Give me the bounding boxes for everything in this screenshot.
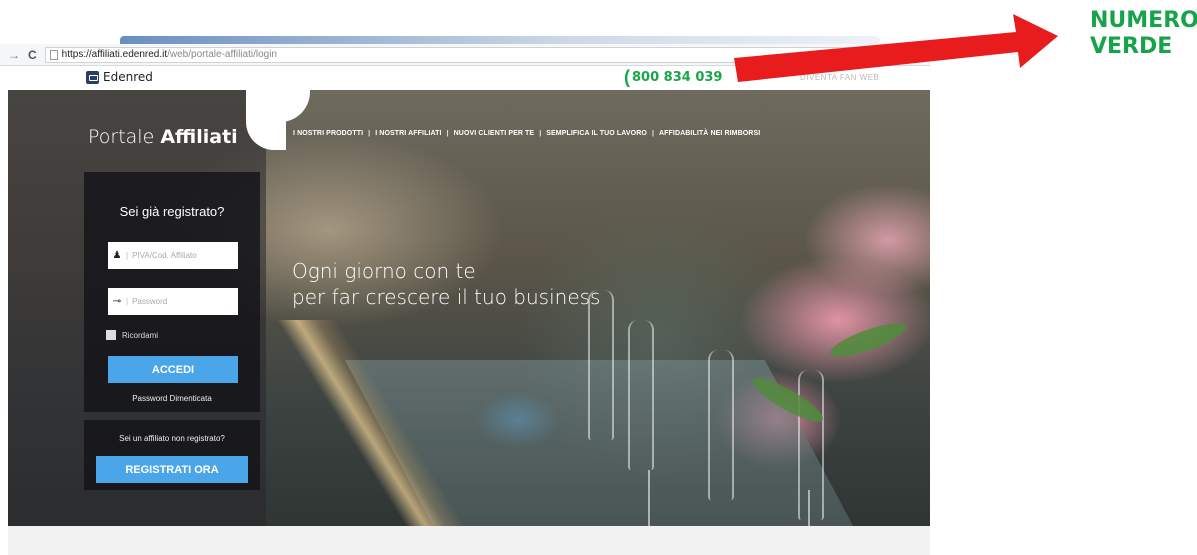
key-icon: ⊸ <box>112 296 122 307</box>
login-panel: Sei già registrato? ♟ | PIVA/Cod. Affili… <box>84 172 260 412</box>
login-button[interactable]: ACCEDI <box>108 356 238 383</box>
forgot-password-link[interactable]: Password Dimenticata <box>84 394 260 403</box>
remember-me[interactable]: Ricordami <box>106 330 158 340</box>
logo-text: Edenred <box>103 70 153 84</box>
nav-item-nuovi-clienti[interactable]: NUOVI CLIENTI PER TE <box>454 130 535 137</box>
nav-item-prodotti[interactable]: I NOSTRI PRODOTTI <box>293 130 363 137</box>
edenred-logo[interactable]: Edenred <box>86 70 153 84</box>
hero-headline: Ogni giorno con te per far crescere il t… <box>292 258 600 310</box>
portal-title-light: Portale <box>88 126 161 148</box>
reload-icon[interactable]: C <box>28 48 37 62</box>
main-nav: I NOSTRI PRODOTTI | I NOSTRI AFFILIATI |… <box>293 130 760 137</box>
hero-wine-glass <box>628 320 654 470</box>
password-placeholder: Password <box>132 297 168 306</box>
page: → C https://affiliati.edenred.it/web/por… <box>0 0 1197 555</box>
field-divider: | <box>126 251 129 260</box>
page-icon <box>49 49 58 60</box>
hero-leaf <box>826 316 910 364</box>
edenred-logo-icon <box>86 70 99 84</box>
remember-label: Ricordami <box>122 330 159 340</box>
annotation-line1: NUMERO <box>1090 8 1197 33</box>
red-arrow-icon <box>734 14 1058 82</box>
nav-separator: | <box>446 130 449 137</box>
password-field[interactable]: ⊸ | Password <box>108 288 238 315</box>
register-button[interactable]: REGISTRATI ORA <box>96 456 248 483</box>
phone-handset-icon: ( <box>624 67 630 87</box>
phone-number[interactable]: ( 800 834 039 <box>624 68 722 86</box>
login-title: Sei già registrato? <box>119 204 225 219</box>
nav-item-semplifica[interactable]: SEMPLIFICA IL TUO LAVORO <box>546 130 647 137</box>
url-host: https://affiliati.edenred.it <box>61 49 168 60</box>
user-icon: ♟ <box>112 250 122 261</box>
portal-title-bold: Affiliati <box>160 126 238 148</box>
hero-glass-stem <box>648 470 650 526</box>
hero-wine-glass <box>708 350 734 500</box>
register-prompt: Sei un affiliato non registrato? <box>119 434 225 443</box>
url-path: /web/portale-affiliati/login <box>167 49 277 60</box>
nav-separator: | <box>651 130 654 137</box>
hero-headline-line1: Ogni giorno con te <box>292 259 476 283</box>
footer-band <box>8 526 930 555</box>
portal-title: Portale Affiliati <box>88 126 238 148</box>
register-panel: Sei un affiliato non registrato? REGISTR… <box>84 420 260 490</box>
field-divider: | <box>126 297 129 306</box>
forward-arrow-icon[interactable]: → <box>8 48 20 62</box>
hero-glass-stem <box>808 490 810 526</box>
hero-wine-glass <box>588 290 614 440</box>
numero-verde-annotation: NUMERO VERDE <box>1090 8 1197 60</box>
hero-wine-glass <box>798 370 824 520</box>
annotation-line2: VERDE <box>1090 34 1173 59</box>
remember-checkbox[interactable] <box>106 330 116 340</box>
nav-separator: | <box>539 130 542 137</box>
header-curve <box>270 90 310 122</box>
hero-section: Portale Affiliati I NOSTRI PRODOTTI | I … <box>8 90 930 526</box>
nav-item-affiliati[interactable]: I NOSTRI AFFILIATI <box>375 130 441 137</box>
username-placeholder: PIVA/Cod. Affiliato <box>132 251 197 260</box>
hero-headline-line2: per far crescere il tuo business <box>292 285 601 309</box>
username-field[interactable]: ♟ | PIVA/Cod. Affiliato <box>108 242 238 269</box>
nav-item-affidabilita[interactable]: AFFIDABILITÀ NEI RIMBORSI <box>659 130 760 137</box>
phone-number-text: 800 834 039 <box>632 69 723 85</box>
nav-separator: | <box>368 130 371 137</box>
